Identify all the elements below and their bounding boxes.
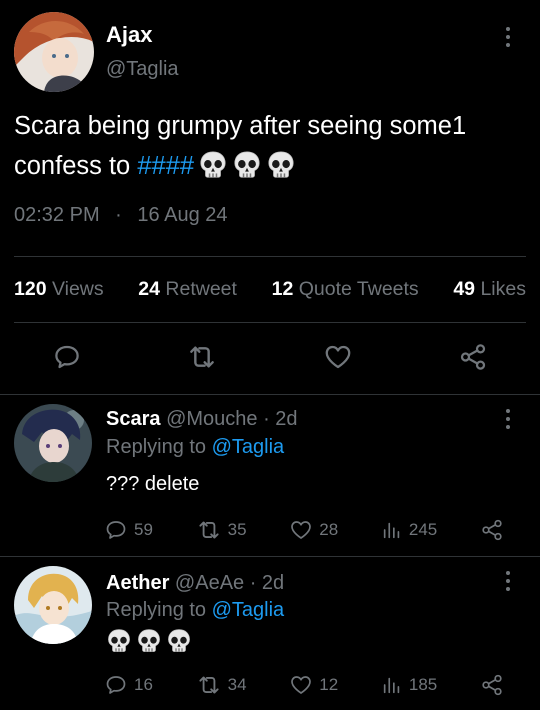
tweet-date: 16 Aug 24 xyxy=(137,204,228,226)
retweet-button[interactable] xyxy=(185,340,219,374)
divider xyxy=(0,394,540,395)
tweet-stats: 120 Views 24 Retweet 12 Quote Tweets 49 … xyxy=(14,278,526,301)
bar-chart-icon xyxy=(383,677,400,694)
views-count-button[interactable]: 185 xyxy=(381,674,437,696)
reply-count: 59 xyxy=(134,520,153,539)
reply-author-name[interactable]: Scara xyxy=(106,408,161,430)
reply-author-name[interactable]: Aether xyxy=(106,572,169,594)
replying-to-label: Replying to xyxy=(106,436,207,458)
reply-header: Aether @AeAe · 2d xyxy=(106,572,284,595)
retweet-count: 35 xyxy=(227,520,247,539)
tweet-actions xyxy=(50,340,490,374)
author-handle[interactable]: @Taglia xyxy=(106,58,179,81)
like-count-button[interactable]: 28 xyxy=(289,518,338,542)
reply-text: ??? delete xyxy=(106,473,200,495)
share-nodes-icon xyxy=(460,344,486,370)
speech-bubble-icon xyxy=(106,521,126,539)
views-count-button[interactable]: 245 xyxy=(381,519,437,541)
skull-emoji-icon xyxy=(136,628,162,654)
divider xyxy=(14,322,526,323)
likes-stat[interactable]: 49 Likes xyxy=(453,278,526,301)
like-count-button[interactable]: 12 xyxy=(289,673,338,697)
share-button[interactable] xyxy=(456,340,490,374)
author-avatar[interactable] xyxy=(14,12,94,92)
reply-text xyxy=(106,628,192,654)
retweet-count-button[interactable]: 35 xyxy=(196,517,247,543)
share-nodes-icon xyxy=(482,519,502,541)
reply-avatar[interactable] xyxy=(14,566,92,644)
share-nodes-icon xyxy=(482,674,502,696)
tweet-time: 02:32 PM xyxy=(14,204,100,226)
like-count: 12 xyxy=(319,675,339,694)
author-name[interactable]: Ajax xyxy=(106,22,152,48)
replying-to-handle[interactable]: @Taglia xyxy=(212,599,285,621)
reply-handle-time[interactable]: @AeAe · 2d xyxy=(175,572,284,594)
more-options-icon[interactable] xyxy=(498,22,518,52)
reply-count-button[interactable]: 59 xyxy=(104,518,153,542)
tweet-text-line1: Scara being grumpy after seeing some1 xyxy=(14,112,467,140)
retweet-count-button[interactable]: 34 xyxy=(196,672,247,698)
tweet-timestamp[interactable]: 02:32 PM · 16 Aug 24 xyxy=(14,204,228,227)
retweet-arrows-icon xyxy=(199,676,219,694)
reply-actions: 59 35 28 245 xyxy=(104,516,504,544)
tweet-text-line2-prefix: confess to xyxy=(14,152,138,180)
hashtag-link[interactable]: #### xyxy=(137,152,194,180)
tweet-text: Scara being grumpy after seeing some1 co… xyxy=(14,106,524,186)
skull-emoji-icon xyxy=(266,150,296,180)
views-count: 185 xyxy=(408,675,438,694)
bar-chart-icon xyxy=(383,522,400,539)
skull-emoji-icon xyxy=(106,628,132,654)
heart-icon xyxy=(291,676,312,694)
reply-actions: 16 34 12 185 xyxy=(104,671,504,699)
divider xyxy=(14,256,526,257)
reply-avatar[interactable] xyxy=(14,404,92,482)
more-options-icon[interactable] xyxy=(498,404,518,434)
retweet-count: 34 xyxy=(227,675,247,694)
views-count: 245 xyxy=(408,520,438,539)
reply-handle-time[interactable]: @Mouche · 2d xyxy=(166,408,297,430)
like-count: 28 xyxy=(319,520,339,539)
reply-header: Scara @Mouche · 2d xyxy=(106,408,298,431)
quote-stat[interactable]: 12 Quote Tweets xyxy=(272,278,419,301)
speech-bubble-icon xyxy=(106,676,126,694)
share-button[interactable] xyxy=(480,518,504,542)
reply-button[interactable] xyxy=(50,340,84,374)
share-button[interactable] xyxy=(480,673,504,697)
replying-to: Replying to @Taglia xyxy=(106,599,284,622)
skull-emoji-icon xyxy=(198,150,228,180)
retweet-arrows-icon xyxy=(199,521,219,539)
tweet-text-line2: confess to #### xyxy=(14,146,524,186)
skull-emoji-icon xyxy=(232,150,262,180)
reply-count-button[interactable]: 16 xyxy=(104,673,153,697)
divider xyxy=(0,556,540,557)
heart-icon xyxy=(291,521,312,539)
skull-emoji-icon xyxy=(166,628,192,654)
replying-to-label: Replying to xyxy=(106,599,207,621)
like-button[interactable] xyxy=(321,340,355,374)
replying-to: Replying to @Taglia xyxy=(106,436,284,459)
reply-count: 16 xyxy=(134,675,153,694)
retweet-arrows-icon xyxy=(190,346,215,368)
timestamp-separator: · xyxy=(115,204,122,226)
replying-to-handle[interactable]: @Taglia xyxy=(212,436,285,458)
retweet-stat[interactable]: 24 Retweet xyxy=(138,278,237,301)
views-stat[interactable]: 120 Views xyxy=(14,278,104,301)
more-options-icon[interactable] xyxy=(498,566,518,596)
heart-icon xyxy=(325,345,351,369)
speech-bubble-icon xyxy=(55,345,79,369)
